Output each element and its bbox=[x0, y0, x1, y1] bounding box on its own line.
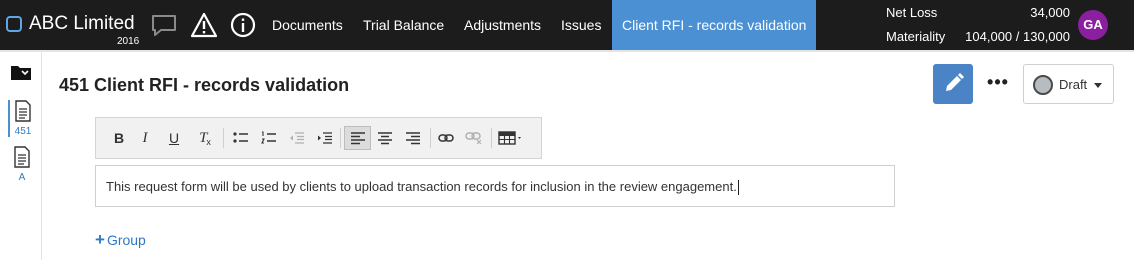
topbar-divider bbox=[0, 50, 1134, 52]
folder-icon[interactable] bbox=[11, 64, 31, 80]
status-label: Draft bbox=[1059, 77, 1088, 92]
status-indicator bbox=[1033, 75, 1053, 95]
nav-adjustments[interactable]: Adjustments bbox=[464, 0, 541, 50]
warning-icon[interactable] bbox=[190, 11, 218, 39]
toolbar-separator bbox=[430, 128, 431, 148]
edit-button[interactable] bbox=[933, 64, 973, 104]
brand-logo bbox=[6, 16, 22, 32]
editor-content: This request form will be used by client… bbox=[106, 179, 737, 194]
page-title: 451 Client RFI - records validation bbox=[59, 75, 350, 95]
net-loss-value: 34,000 bbox=[1030, 5, 1070, 20]
add-group-label: Group bbox=[106, 232, 146, 248]
unlink-icon[interactable] bbox=[462, 126, 486, 150]
align-center-icon[interactable] bbox=[373, 126, 397, 150]
bullet-list-icon[interactable] bbox=[229, 126, 253, 150]
more-icon[interactable]: ••• bbox=[986, 72, 1010, 96]
info-icon[interactable] bbox=[229, 11, 257, 39]
comment-icon[interactable] bbox=[150, 11, 178, 39]
indent-icon[interactable] bbox=[313, 126, 337, 150]
status-dropdown[interactable]: Draft bbox=[1023, 64, 1114, 104]
add-group-button[interactable]: + Group bbox=[95, 230, 146, 250]
link-icon[interactable] bbox=[434, 126, 458, 150]
left-rail: 451 A bbox=[0, 52, 42, 260]
align-right-icon[interactable] bbox=[401, 126, 425, 150]
document-icon bbox=[13, 146, 31, 172]
top-navigation-bar: ABC Limited 2016 Documents Trial Balance… bbox=[0, 0, 1134, 50]
brand-name: ABC Limited bbox=[29, 13, 135, 34]
text-caret bbox=[737, 180, 739, 196]
user-avatar[interactable]: GA bbox=[1078, 10, 1108, 40]
nav-issues[interactable]: Issues bbox=[561, 0, 601, 50]
table-icon[interactable] bbox=[496, 126, 526, 150]
toolbar-separator bbox=[340, 128, 341, 148]
brand-year: 2016 bbox=[117, 36, 140, 47]
editor-toolbar: B I U Tx bbox=[95, 117, 542, 159]
rail-doc-451[interactable]: 451 bbox=[8, 100, 36, 137]
align-left-icon[interactable] bbox=[344, 126, 371, 150]
pencil-icon bbox=[933, 73, 973, 108]
clear-format-button[interactable]: Tx bbox=[193, 126, 217, 150]
numbered-list-icon[interactable] bbox=[257, 126, 281, 150]
nav-trial-balance[interactable]: Trial Balance bbox=[363, 0, 444, 50]
plus-icon: + bbox=[95, 230, 105, 249]
metrics-panel: Net Loss 34,000 Materiality 104,000 / 13… bbox=[886, 0, 1070, 50]
italic-button[interactable]: I bbox=[133, 126, 157, 150]
rail-doc-label: 451 bbox=[14, 126, 32, 137]
editor-content-line: This request form will be used by client… bbox=[106, 179, 739, 196]
chevron-down-icon bbox=[1094, 83, 1102, 88]
document-icon bbox=[14, 100, 32, 126]
materiality-label: Materiality bbox=[886, 29, 946, 44]
materiality-value: 104,000 / 130,000 bbox=[965, 29, 1070, 44]
bold-button[interactable]: B bbox=[107, 126, 131, 150]
brand[interactable]: ABC Limited 2016 bbox=[6, 0, 146, 50]
toolbar-separator bbox=[223, 128, 224, 148]
toolbar-separator bbox=[491, 128, 492, 148]
rail-doc-label: A bbox=[18, 172, 26, 183]
net-loss-label: Net Loss bbox=[886, 5, 938, 20]
rail-doc-a[interactable]: A bbox=[8, 146, 36, 183]
outdent-icon[interactable] bbox=[285, 126, 309, 150]
nav-documents[interactable]: Documents bbox=[272, 0, 343, 50]
underline-button[interactable]: U bbox=[162, 126, 186, 150]
rich-text-editor[interactable]: This request form will be used by client… bbox=[95, 165, 895, 207]
nav-client-rfi-active[interactable]: Client RFI - records validation bbox=[612, 0, 816, 50]
